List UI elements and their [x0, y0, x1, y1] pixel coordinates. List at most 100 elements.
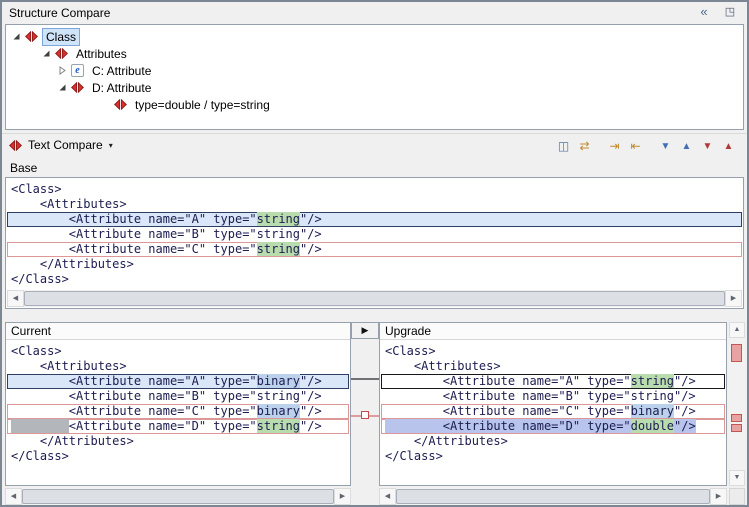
base-pane-label: Base [10, 161, 37, 175]
scroll-left-button[interactable]: ◀ [7, 290, 24, 307]
restore-panel-icon[interactable]: ◳ [721, 3, 739, 21]
code-line[interactable]: <Class> [7, 344, 349, 359]
code-text: <Attribute name="C" type=" [11, 242, 257, 256]
code-text: <Attributes> [385, 359, 501, 373]
diff-overview-mark[interactable] [731, 344, 742, 362]
diff-code-line[interactable]: <Attribute name="C" type="binary"/> [381, 404, 725, 419]
code-text: "/> [300, 242, 322, 256]
diff-overview-mark[interactable] [731, 424, 742, 432]
diff-token: string [257, 242, 300, 256]
conflict-icon [55, 48, 68, 59]
conflict-diff-handle[interactable] [362, 412, 369, 419]
tree-item-c-attribute[interactable]: e C: Attribute [6, 62, 743, 79]
current-code-area[interactable]: <Class> <Attributes> <Attribute name="A"… [7, 341, 349, 484]
code-line[interactable]: </Attributes> [7, 434, 349, 449]
previous-difference-icon[interactable]: ▲ [676, 137, 697, 156]
diff-code-line[interactable]: <Attribute name="D" type="string"/> [7, 419, 349, 434]
collapse-all-icon[interactable]: « [695, 3, 713, 21]
code-text: </Class> [11, 449, 69, 463]
conflict-icon [9, 140, 22, 151]
code-text: </Class> [11, 272, 69, 286]
next-change-icon[interactable]: ▼ [697, 137, 718, 156]
text-compare-header: Text Compare ▾ ◫ ⇄ ⇥ ⇤ ▼ ▲ ▼ ▲ [2, 133, 747, 158]
text-compare-menu[interactable]: Text Compare ▾ [9, 138, 113, 152]
scroll-left-button[interactable]: ◀ [379, 488, 396, 505]
tree-item-label: type=double / type=string [132, 97, 273, 113]
compare-editor-window: Structure Compare « ◳ Class Attributes e… [0, 0, 749, 507]
code-line[interactable]: </Class> [381, 449, 725, 464]
scroll-left-button[interactable]: ◀ [5, 488, 22, 505]
scroll-down-button[interactable]: ▼ [729, 470, 745, 486]
scroll-thumb[interactable] [396, 489, 710, 504]
code-text: "/> [300, 212, 322, 226]
code-text: "/> [300, 374, 322, 388]
copy-direction-icon[interactable]: ▶ [351, 322, 379, 339]
h-scrollbar[interactable]: ◀ ▶ [5, 488, 351, 505]
current-pane-label: Current [6, 323, 350, 340]
tree-item-type-conflict[interactable]: type=double / type=string [6, 96, 743, 113]
diff-code-line[interactable]: <Attribute name="A" type="string"/> [7, 212, 742, 227]
code-line[interactable]: <Attribute name="B" type="string"/> [7, 227, 742, 242]
h-scrollbar[interactable]: ◀ ▶ [379, 488, 727, 505]
upgrade-pane: Upgrade <Class> <Attributes> <Attribute … [379, 322, 727, 486]
diff-token: double [631, 419, 674, 433]
diff-overview-mark[interactable] [731, 414, 742, 422]
code-line[interactable]: <Class> [7, 182, 742, 197]
diff-token: binary [631, 404, 674, 418]
scroll-right-button[interactable]: ▶ [710, 488, 727, 505]
expander-expanded-icon[interactable] [42, 49, 51, 58]
diff-connector-column: ▶ [351, 322, 379, 486]
tree-item-attributes[interactable]: Attributes [6, 45, 743, 62]
code-text: <Attribute name="A" type=" [11, 374, 257, 388]
diff-code-line[interactable]: <Attribute name="D" type="double"/> [381, 419, 725, 434]
expander-expanded-icon[interactable] [12, 32, 21, 41]
copy-left-to-right-icon[interactable]: ⇥ [604, 137, 625, 156]
tree-item-class[interactable]: Class [6, 28, 743, 45]
tree-item-label: Attributes [73, 46, 130, 62]
diff-code-line[interactable]: <Attribute name="C" type="string"/> [7, 242, 742, 257]
code-line[interactable]: <Attributes> [381, 359, 725, 374]
scroll-right-button[interactable]: ▶ [725, 290, 742, 307]
tree-item-d-attribute[interactable]: D: Attribute [6, 79, 743, 96]
conflict-icon [114, 99, 127, 110]
scroll-right-button[interactable]: ▶ [334, 488, 351, 505]
xml-element-icon: e [71, 64, 84, 77]
code-text: <Attribute name="B" type="string"/> [11, 227, 322, 241]
copy-all-changes-icon[interactable]: ⇄ [574, 137, 595, 156]
overview-ruler[interactable]: ▲ ▼ [729, 322, 745, 486]
scroll-thumb[interactable] [22, 489, 334, 504]
diff-token: binary [257, 404, 300, 418]
overview-ruler-track[interactable] [729, 338, 745, 470]
diff-token [11, 419, 69, 433]
code-text: </Class> [385, 449, 443, 463]
upgrade-code-area[interactable]: <Class> <Attributes> <Attribute name="A"… [381, 341, 725, 484]
scroll-up-button[interactable]: ▲ [729, 322, 745, 338]
code-text: "/> [300, 404, 322, 418]
next-difference-icon[interactable]: ▼ [655, 137, 676, 156]
diff-code-line[interactable]: <Attribute name="C" type="binary"/> [7, 404, 349, 419]
code-line[interactable]: <Attribute name="B" type="string"/> [381, 389, 725, 404]
base-code-area[interactable]: <Class> <Attributes> <Attribute name="A"… [7, 179, 742, 290]
resize-corner [729, 488, 745, 505]
expander-collapsed-icon[interactable] [58, 66, 67, 75]
code-line[interactable]: <Attributes> [7, 359, 349, 374]
code-line[interactable]: <Class> [381, 344, 725, 359]
diff-code-line[interactable]: <Attribute name="A" type="string"/> [381, 374, 725, 389]
code-text: <Attribute name="C" type=" [385, 404, 631, 418]
code-line[interactable]: </Class> [7, 272, 742, 287]
diff-token: binary [257, 374, 300, 388]
code-line[interactable]: <Attribute name="B" type="string"/> [7, 389, 349, 404]
code-line[interactable]: </Attributes> [7, 257, 742, 272]
copy-right-to-left-icon[interactable]: ⇤ [625, 137, 646, 156]
previous-change-icon[interactable]: ▲ [718, 137, 739, 156]
two-pane-view-icon[interactable]: ◫ [553, 137, 574, 156]
text-compare-toolbar: ◫ ⇄ ⇥ ⇤ ▼ ▲ ▼ ▲ [553, 136, 739, 156]
code-line[interactable]: <Attributes> [7, 197, 742, 212]
code-line[interactable]: </Attributes> [381, 434, 725, 449]
code-line[interactable]: </Class> [7, 449, 349, 464]
diff-connectors [351, 339, 379, 486]
expander-expanded-icon[interactable] [58, 83, 67, 92]
diff-code-line[interactable]: <Attribute name="A" type="binary"/> [7, 374, 349, 389]
scroll-thumb[interactable] [24, 291, 725, 306]
h-scrollbar[interactable]: ◀ ▶ [7, 290, 742, 307]
